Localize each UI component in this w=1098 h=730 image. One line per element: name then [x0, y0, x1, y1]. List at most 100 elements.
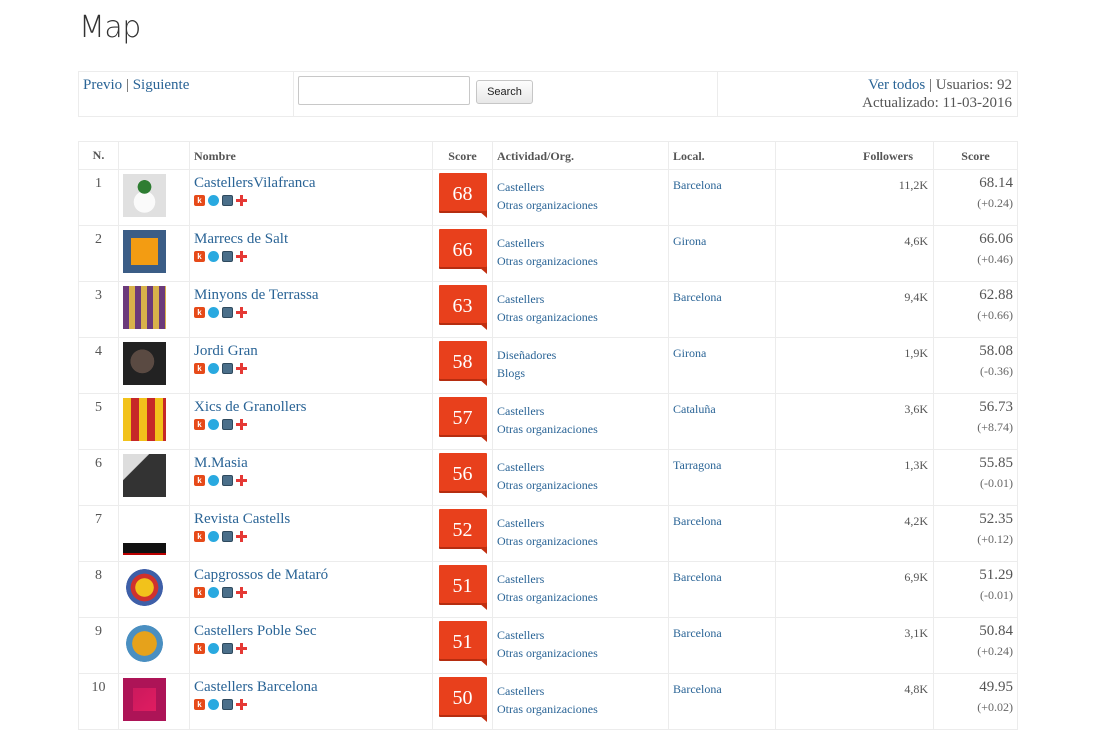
klout-icon[interactable]: k: [194, 699, 205, 710]
avatar[interactable]: [123, 566, 166, 609]
google-plus-icon[interactable]: [236, 363, 247, 374]
location[interactable]: Barcelona: [668, 561, 776, 618]
avatar[interactable]: [123, 678, 166, 721]
view-all-link[interactable]: Ver todos: [868, 77, 925, 93]
instagram-icon[interactable]: [222, 531, 233, 542]
profile-name-link[interactable]: Xics de Granollers: [194, 398, 428, 416]
header-name[interactable]: Nombre: [189, 141, 433, 170]
organization-link[interactable]: Otras organizaciones: [497, 252, 664, 270]
location[interactable]: Barcelona: [668, 281, 776, 338]
avatar[interactable]: [123, 622, 166, 665]
category-link[interactable]: Castellers: [497, 570, 664, 588]
twitter-icon[interactable]: [208, 363, 219, 374]
google-plus-icon[interactable]: [236, 195, 247, 206]
avatar[interactable]: [123, 230, 166, 273]
location[interactable]: Girona: [668, 337, 776, 394]
organization-link[interactable]: Otras organizaciones: [497, 196, 664, 214]
instagram-icon[interactable]: [222, 195, 233, 206]
category-link[interactable]: Castellers: [497, 458, 664, 476]
google-plus-icon[interactable]: [236, 587, 247, 598]
organization-link[interactable]: Otras organizaciones: [497, 308, 664, 326]
location[interactable]: Cataluña: [668, 393, 776, 450]
instagram-icon[interactable]: [222, 587, 233, 598]
previous-link[interactable]: Previo: [83, 77, 122, 93]
organization-link[interactable]: Blogs: [497, 364, 664, 382]
avatar[interactable]: [123, 454, 166, 497]
klout-icon[interactable]: k: [194, 419, 205, 430]
next-link[interactable]: Siguiente: [133, 77, 190, 93]
location[interactable]: Barcelona: [668, 617, 776, 674]
google-plus-icon[interactable]: [236, 475, 247, 486]
search-input[interactable]: [298, 76, 470, 105]
search-button[interactable]: Search: [476, 80, 533, 104]
header-score[interactable]: Score: [933, 141, 1018, 170]
profile-name-link[interactable]: Castellers Barcelona: [194, 678, 428, 696]
category-link[interactable]: Castellers: [497, 514, 664, 532]
header-badge-score[interactable]: Score: [432, 141, 493, 170]
google-plus-icon[interactable]: [236, 643, 247, 654]
organization-link[interactable]: Otras organizaciones: [497, 532, 664, 550]
twitter-icon[interactable]: [208, 643, 219, 654]
twitter-icon[interactable]: [208, 251, 219, 262]
klout-icon[interactable]: k: [194, 195, 205, 206]
header-category[interactable]: Actividad/Org.: [492, 141, 669, 170]
organization-link[interactable]: Otras organizaciones: [497, 700, 664, 718]
location[interactable]: Girona: [668, 225, 776, 282]
klout-icon[interactable]: k: [194, 587, 205, 598]
location[interactable]: Tarragona: [668, 449, 776, 506]
instagram-icon[interactable]: [222, 699, 233, 710]
category-link[interactable]: Castellers: [497, 234, 664, 252]
category-link[interactable]: Castellers: [497, 402, 664, 420]
profile-name-link[interactable]: Revista Castells: [194, 510, 428, 528]
klout-icon[interactable]: k: [194, 307, 205, 318]
organization-link[interactable]: Otras organizaciones: [497, 588, 664, 606]
avatar[interactable]: [123, 174, 166, 217]
profile-name-link[interactable]: Jordi Gran: [194, 342, 428, 360]
instagram-icon[interactable]: [222, 475, 233, 486]
profile-name-link[interactable]: M.Masia: [194, 454, 428, 472]
location[interactable]: Barcelona: [668, 673, 776, 730]
header-location[interactable]: Local.: [668, 141, 776, 170]
twitter-icon[interactable]: [208, 587, 219, 598]
klout-icon[interactable]: k: [194, 531, 205, 542]
profile-name-link[interactable]: Minyons de Terrassa: [194, 286, 428, 304]
klout-icon[interactable]: k: [194, 251, 205, 262]
google-plus-icon[interactable]: [236, 307, 247, 318]
klout-icon[interactable]: k: [194, 475, 205, 486]
instagram-icon[interactable]: [222, 419, 233, 430]
twitter-icon[interactable]: [208, 419, 219, 430]
category-link[interactable]: Castellers: [497, 682, 664, 700]
instagram-icon[interactable]: [222, 251, 233, 262]
twitter-icon[interactable]: [208, 699, 219, 710]
google-plus-icon[interactable]: [236, 251, 247, 262]
twitter-icon[interactable]: [208, 475, 219, 486]
twitter-icon[interactable]: [208, 307, 219, 318]
organization-link[interactable]: Otras organizaciones: [497, 420, 664, 438]
header-followers[interactable]: Followers: [775, 141, 934, 170]
instagram-icon[interactable]: [222, 643, 233, 654]
twitter-icon[interactable]: [208, 195, 219, 206]
organization-link[interactable]: Otras organizaciones: [497, 476, 664, 494]
location[interactable]: Barcelona: [668, 169, 776, 226]
google-plus-icon[interactable]: [236, 419, 247, 430]
profile-name-link[interactable]: Castellers Poble Sec: [194, 622, 428, 640]
category-link[interactable]: Castellers: [497, 626, 664, 644]
organization-link[interactable]: Otras organizaciones: [497, 644, 664, 662]
instagram-icon[interactable]: [222, 307, 233, 318]
google-plus-icon[interactable]: [236, 531, 247, 542]
profile-name-link[interactable]: Marrecs de Salt: [194, 230, 428, 248]
google-plus-icon[interactable]: [236, 699, 247, 710]
avatar[interactable]: [123, 286, 166, 329]
category-link[interactable]: Diseñadores: [497, 346, 664, 364]
klout-icon[interactable]: k: [194, 643, 205, 654]
profile-name-link[interactable]: Capgrossos de Mataró: [194, 566, 428, 584]
avatar[interactable]: [123, 510, 166, 555]
category-link[interactable]: Castellers: [497, 178, 664, 196]
twitter-icon[interactable]: [208, 531, 219, 542]
avatar[interactable]: [123, 342, 166, 385]
avatar[interactable]: [123, 398, 166, 441]
profile-name-link[interactable]: CastellersVilafranca: [194, 174, 428, 192]
klout-icon[interactable]: k: [194, 363, 205, 374]
category-link[interactable]: Castellers: [497, 290, 664, 308]
instagram-icon[interactable]: [222, 363, 233, 374]
